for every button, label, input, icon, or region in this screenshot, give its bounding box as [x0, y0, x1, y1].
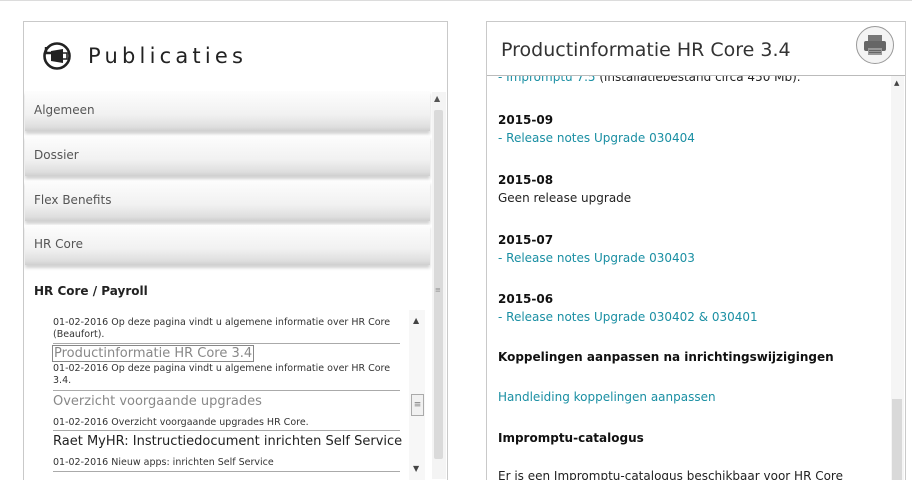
section-heading: 2015-09	[498, 113, 554, 127]
entry-description: 01-02-2016 Overzicht voorgaande upgrades…	[53, 417, 309, 428]
accordion-label: Dossier	[34, 148, 79, 162]
content-scrollbar[interactable]: ▲	[891, 76, 904, 480]
scroll-up-arrow-icon[interactable]: ▲	[894, 79, 899, 87]
panel-scrollbar[interactable]: ▲ ≡	[432, 92, 446, 479]
entry-description: 01-02-2016 Op deze pagina vindt u algeme…	[53, 317, 391, 340]
release-notes-link[interactable]: - Release notes Upgrade 030402 & 030401	[498, 310, 758, 324]
impromptu-link[interactable]: Impromptu 7.5	[506, 76, 595, 84]
scroll-up-arrow-icon[interactable]: ▲	[434, 94, 440, 103]
accordion-item-algemeen[interactable]: Algemeen	[25, 91, 430, 131]
section-heading: Koppelingen aanpassen na inrichtingswijz…	[498, 350, 834, 364]
print-button[interactable]	[856, 26, 894, 64]
accordion-item-dossier[interactable]: Dossier	[25, 136, 430, 176]
accordion-label: HR Core	[34, 237, 83, 251]
productinformatie-panel: Productinformatie HR Core 3.4 - Imprompt…	[486, 21, 906, 480]
printer-icon	[864, 35, 886, 55]
page-title: Publicaties	[88, 44, 248, 68]
accordion-item-hr-core[interactable]: HR Core	[25, 225, 430, 265]
accordion-label: HR Core / Payroll	[34, 284, 148, 298]
divider	[53, 390, 400, 391]
accordion-label: Flex Benefits	[34, 193, 112, 207]
entry-description: 01-02-2016 Nieuw apps: inrichten Self Se…	[53, 457, 274, 468]
divider	[53, 471, 400, 472]
list-scrollbar[interactable]: ▲ ≡ ▼	[409, 310, 425, 480]
scroll-down-arrow-icon[interactable]: ▼	[413, 464, 419, 473]
panel-title: Productinformatie HR Core 3.4	[501, 39, 791, 61]
release-notes-link[interactable]: - Release notes Upgrade 030404	[498, 131, 695, 145]
entry-description: 01-02-2016 Op deze pagina vindt u algeme…	[53, 363, 391, 386]
release-notes-link[interactable]: - Release notes Upgrade 030403	[498, 251, 695, 265]
divider	[53, 430, 400, 431]
scroll-up-arrow-icon[interactable]: ▲	[413, 316, 419, 325]
publication-link[interactable]: Productinformatie HR Core 3.4	[52, 345, 255, 362]
publication-link[interactable]: Raet MyHR: Instructiedocument inrichten …	[53, 434, 402, 449]
handleiding-link[interactable]: Handleiding koppelingen aanpassen	[498, 390, 716, 404]
publication-link[interactable]: Overzicht voorgaande upgrades	[53, 394, 262, 409]
section-heading: Impromptu-catalogus	[498, 431, 644, 445]
grip-icon: ≡	[435, 286, 441, 294]
accordion-label: Algemeen	[34, 103, 95, 117]
top-divider	[0, 0, 912, 1]
divider	[53, 343, 400, 344]
section-text: Er is een Impromptu-catalogus beschikbaa…	[498, 469, 843, 480]
publication-list: 01-02-2016 Op deze pagina vindt u algeme…	[25, 310, 428, 480]
scroll-thumb[interactable]	[892, 399, 902, 480]
section-heading: 2015-07	[498, 233, 554, 247]
publicaties-header: Publicaties	[24, 22, 447, 98]
product-info-content: - Impromptu 7.5 (installatiebestand circ…	[498, 76, 888, 480]
accordion-item-flex-benefits[interactable]: Flex Benefits	[25, 181, 430, 221]
impromptu-line: - Impromptu 7.5 (installatiebestand circ…	[498, 76, 801, 84]
section-text: Geen release upgrade	[498, 191, 632, 205]
section-heading: 2015-06	[498, 292, 554, 306]
section-heading: 2015-08	[498, 173, 554, 187]
line-prefix: -	[498, 76, 507, 84]
publications-icon	[43, 42, 71, 70]
scroll-thumb[interactable]: ≡	[411, 394, 424, 416]
publicaties-panel: Publicaties Algemeen Dossier Flex Benefi…	[23, 21, 448, 480]
line-suffix: (installatiebestand circa 450 Mb).	[595, 76, 801, 84]
scroll-thumb[interactable]: ≡	[434, 110, 443, 459]
